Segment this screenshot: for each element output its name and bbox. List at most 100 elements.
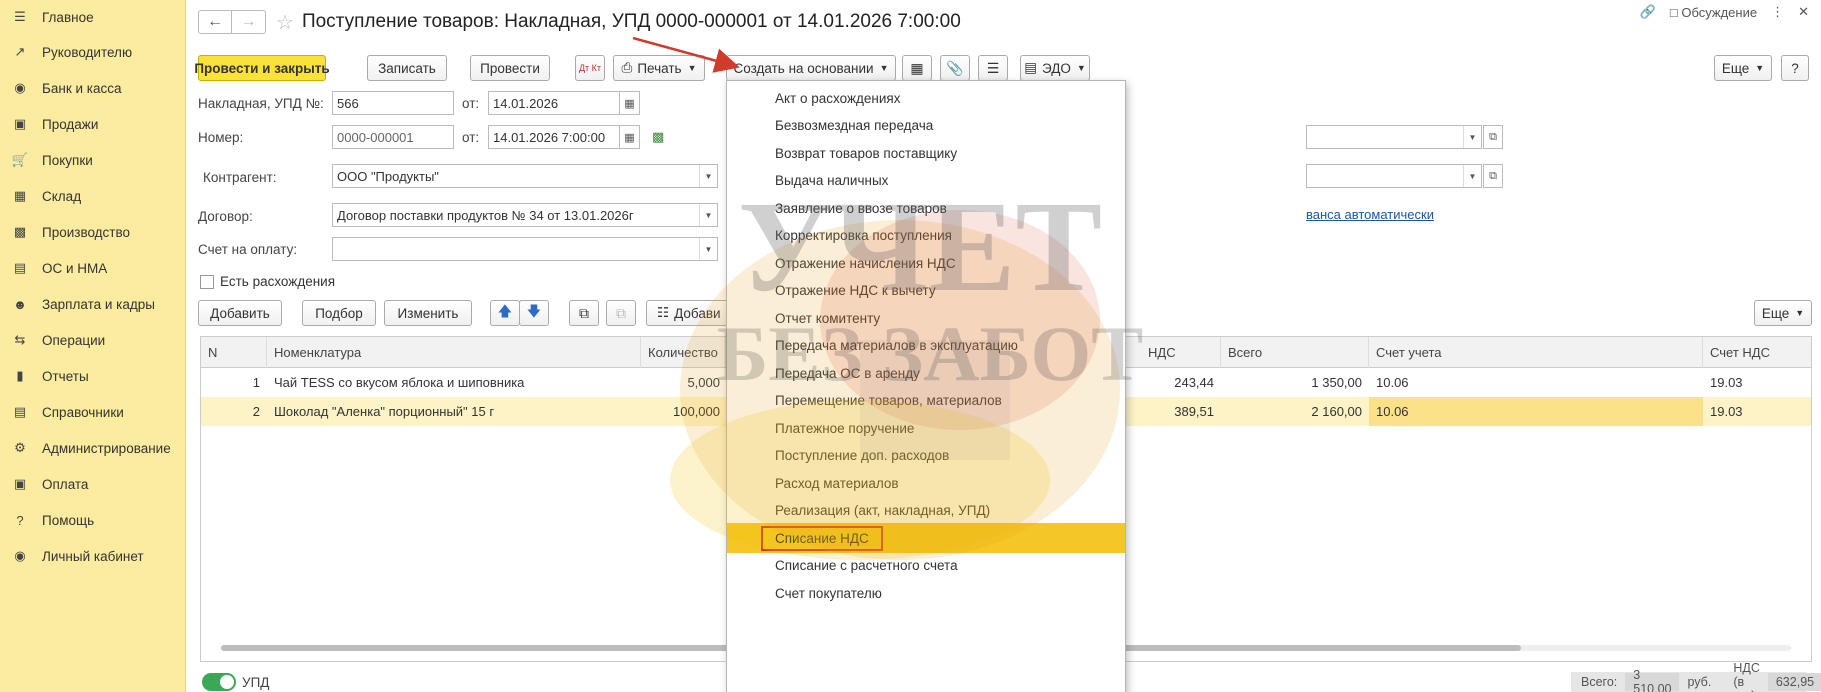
table-more-button[interactable]: Еще ▼ — [1754, 300, 1812, 326]
sidebar-item[interactable]: ▣ Оплата — [0, 466, 185, 502]
vat-account-cell[interactable]: 19.03 — [1703, 397, 1811, 426]
number-field[interactable]: 0000-000001 — [332, 125, 454, 149]
sidebar-item[interactable]: ▣ Продажи — [0, 106, 185, 142]
account-cell[interactable]: 10.06 — [1369, 397, 1703, 426]
warehouse-field[interactable]: ▼ — [1306, 164, 1482, 188]
vat-cell[interactable]: 243,44 — [1141, 368, 1221, 397]
menu-item[interactable]: Списание НДС — [727, 523, 1125, 553]
organization-field[interactable]: ▼ — [1306, 125, 1482, 149]
sidebar-item[interactable]: ⚙ Администрирование — [0, 430, 185, 466]
menu-item[interactable]: Реализация (акт, накладная, УПД) — [727, 496, 1125, 526]
account-cell[interactable]: 10.06 — [1369, 368, 1703, 397]
star-icon[interactable]: ☆ — [276, 10, 294, 35]
sidebar-item[interactable]: ▤ ОС и НМА — [0, 250, 185, 286]
close-icon[interactable]: ✕ — [1798, 4, 1809, 20]
contract-field[interactable]: Договор поставки продуктов № 34 от 13.01… — [332, 203, 718, 227]
print-button[interactable]: ⎙ Печать ▼ — [613, 55, 705, 81]
number-date-field[interactable]: 14.01.2026 7:00:00 — [488, 125, 620, 149]
sidebar-item[interactable]: ☻ Зарплата и кадры — [0, 286, 185, 322]
advance-link[interactable]: ванса автоматически — [1306, 207, 1434, 222]
move-down-button[interactable]: 🡇 — [519, 300, 549, 326]
save-button[interactable]: Записать — [367, 55, 447, 81]
menu-item[interactable]: Поступление доп. расходов — [727, 441, 1125, 471]
sidebar-item[interactable]: ▤ Справочники — [0, 394, 185, 430]
edit-icon[interactable]: ▩ — [652, 129, 664, 145]
sidebar-item[interactable]: ▦ Склад — [0, 178, 185, 214]
vat-cell[interactable]: 389,51 — [1141, 397, 1221, 426]
open-icon[interactable]: ⧉ — [1483, 164, 1503, 188]
sidebar-item[interactable]: ◉ Личный кабинет — [0, 538, 185, 574]
sidebar-item[interactable]: ↗ Руководителю — [0, 34, 185, 70]
menu-item[interactable]: Счет покупателю — [727, 578, 1125, 608]
item-cell[interactable]: Чай TESS со вкусом яблока и шиповника — [267, 368, 641, 397]
sidebar-item[interactable]: ? Помощь — [0, 502, 185, 538]
create-based-on-button[interactable]: Создать на основании ▼ — [726, 55, 896, 81]
dtkt-button[interactable]: Дт Кт — [575, 55, 605, 81]
discrepancy-checkbox[interactable]: Есть расхождения — [200, 274, 335, 289]
total-cell[interactable]: 1 350,00 — [1221, 368, 1369, 397]
post-and-close-button[interactable]: Провести и закрыть — [194, 55, 330, 81]
account-field[interactable]: ▼ — [332, 237, 718, 261]
more-vert-icon[interactable]: ⋮ — [1771, 4, 1784, 20]
chevron-down-icon[interactable]: ▼ — [1463, 126, 1481, 148]
menu-item[interactable]: Расход материалов — [727, 468, 1125, 498]
menu-item[interactable]: Списание с расчетного счета — [727, 551, 1125, 581]
column-header[interactable]: НДС — [1141, 337, 1221, 368]
column-header[interactable]: Всего — [1221, 337, 1369, 368]
column-header[interactable]: Счет НДС — [1703, 337, 1811, 368]
contractor-field[interactable]: ООО "Продукты" ▼ — [332, 164, 718, 188]
help-button[interactable]: ? — [1781, 55, 1809, 81]
menu-item[interactable]: Отчет комитенту — [727, 303, 1125, 333]
edo-button[interactable]: ▤ ЭДО ▼ — [1020, 55, 1090, 81]
qty-cell[interactable]: 100,000 — [641, 397, 727, 426]
list-button[interactable]: ☰ — [978, 55, 1008, 81]
copy-button[interactable]: ⧉ — [569, 300, 599, 326]
invoice-number-field[interactable]: 566 — [332, 91, 454, 115]
calendar-icon[interactable]: ▦ — [620, 91, 640, 115]
structure-button[interactable]: ▦ — [902, 55, 932, 81]
link-icon[interactable]: 🔗 — [1640, 4, 1656, 20]
discussion-button[interactable]: □ Обсуждение — [1670, 5, 1757, 20]
add-by-barcode-button[interactable]: ☷ Добави — [646, 300, 736, 326]
add-row-button[interactable]: Добавить — [198, 300, 282, 326]
open-icon[interactable]: ⧉ — [1483, 125, 1503, 149]
more-button[interactable]: Еще ▼ — [1714, 55, 1772, 81]
sidebar-item[interactable]: ☰ Главное — [0, 0, 185, 34]
back-button[interactable]: ← — [198, 10, 232, 34]
chevron-down-icon[interactable]: ▼ — [699, 204, 717, 226]
post-button[interactable]: Провести — [470, 55, 550, 81]
change-button[interactable]: Изменить — [384, 300, 472, 326]
sidebar-item[interactable]: ◉ Банк и касса — [0, 70, 185, 106]
menu-item[interactable]: Передача материалов в эксплуатацию — [727, 331, 1125, 361]
item-cell[interactable]: Шоколад "Аленка" порционный" 15 г — [267, 397, 641, 426]
chevron-down-icon[interactable]: ▼ — [699, 238, 717, 260]
column-header[interactable]: N — [201, 337, 267, 368]
menu-item[interactable]: Возврат товаров поставщику — [727, 138, 1125, 168]
sidebar-item[interactable]: 🛒 Покупки — [0, 142, 185, 178]
paste-button[interactable]: ⧉ — [606, 300, 636, 326]
column-header[interactable]: Номенклатура — [267, 337, 641, 368]
menu-item[interactable]: Отражение НДС к вычету — [727, 276, 1125, 306]
forward-button[interactable]: → — [232, 10, 266, 34]
menu-item[interactable]: Корректировка поступления — [727, 221, 1125, 251]
menu-item[interactable]: Акт о расхождениях — [727, 83, 1125, 113]
invoice-date-field[interactable]: 14.01.2026 — [488, 91, 620, 115]
chevron-down-icon[interactable]: ▼ — [699, 165, 717, 187]
upd-toggle[interactable] — [202, 673, 236, 691]
select-button[interactable]: Подбор — [302, 300, 376, 326]
sidebar-item[interactable]: ▮ Отчеты — [0, 358, 185, 394]
total-cell[interactable]: 2 160,00 — [1221, 397, 1369, 426]
menu-item[interactable]: Платежное поручение — [727, 413, 1125, 443]
calendar-icon[interactable]: ▦ — [620, 125, 640, 149]
menu-item[interactable]: Заявление о ввозе товаров — [727, 193, 1125, 223]
vat-account-cell[interactable]: 19.03 — [1703, 368, 1811, 397]
chevron-down-icon[interactable]: ▼ — [1463, 165, 1481, 187]
menu-item[interactable]: Выдача наличных — [727, 166, 1125, 196]
column-header[interactable]: Счет учета — [1369, 337, 1703, 368]
move-up-button[interactable]: 🡅 — [490, 300, 520, 326]
sidebar-item[interactable]: ▩ Производство — [0, 214, 185, 250]
attach-button[interactable]: 📎 — [940, 55, 970, 81]
sidebar-item[interactable]: ⇆ Операции — [0, 322, 185, 358]
menu-item[interactable]: Передача ОС в аренду — [727, 358, 1125, 388]
qty-cell[interactable]: 5,000 — [641, 368, 727, 397]
